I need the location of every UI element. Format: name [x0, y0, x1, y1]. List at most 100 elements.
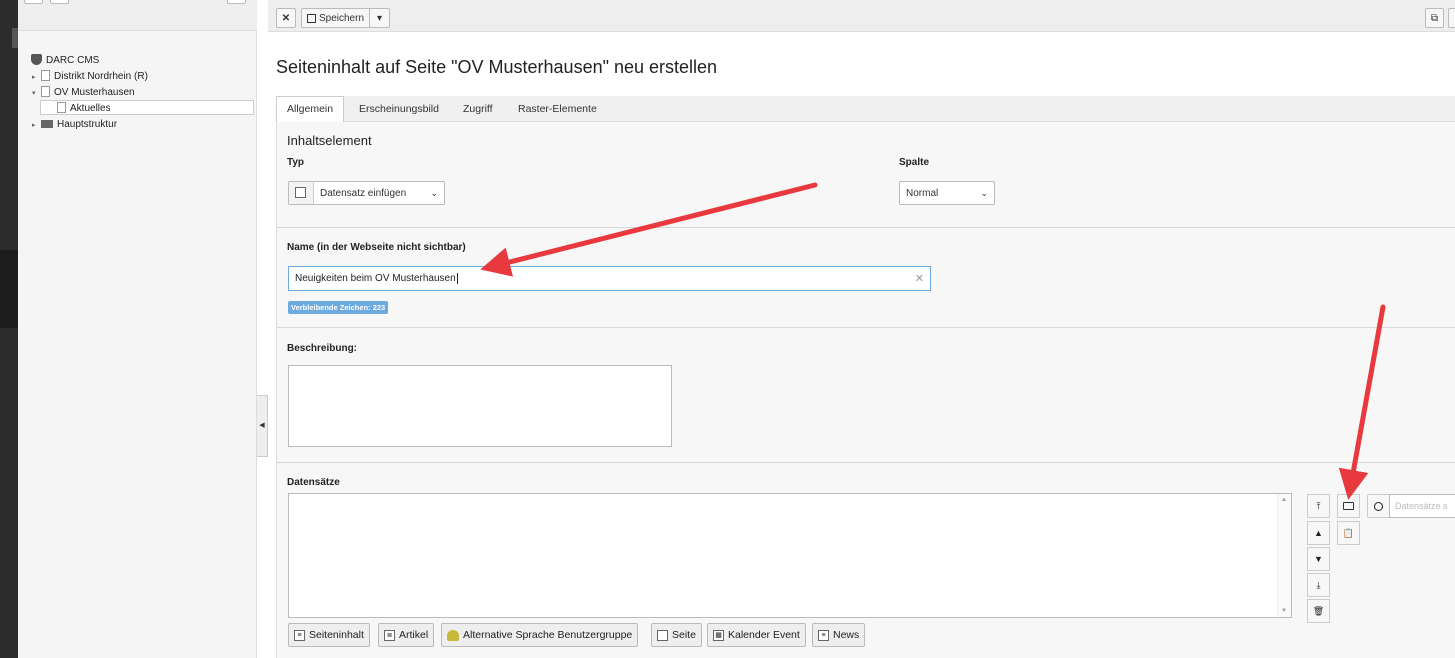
save-icon [306, 13, 316, 23]
tree-item-aktuelles[interactable]: Aktuelles [40, 100, 254, 115]
spalte-select[interactable]: Normal ⌄ [899, 181, 995, 205]
trash-icon: 🗑 [1312, 605, 1325, 616]
name-input[interactable]: Neuigkeiten beim OV Musterhausen ✕ [288, 266, 931, 291]
tab-erscheinungsbild[interactable]: Erscheinungsbild [349, 96, 449, 122]
expand-icon[interactable]: ▸ [32, 70, 41, 85]
move-top-icon: ⤒ [1316, 500, 1321, 511]
tree-toolbar-button[interactable] [50, 0, 69, 4]
button-label: Seiteninhalt [309, 629, 364, 641]
tree-toolbar-button[interactable] [24, 0, 43, 4]
button-label: Seite [672, 629, 696, 641]
divider [277, 227, 1455, 228]
content-element-icon: ≡ [294, 629, 305, 641]
tree-item-label: Hauptstruktur [57, 119, 118, 130]
add-seite-button[interactable]: Seite [651, 623, 702, 647]
close-icon: ✕ [281, 12, 291, 24]
delete-button[interactable]: 🗑 [1307, 599, 1330, 623]
section-heading: Inhaltselement [287, 133, 372, 148]
tree-item-hauptstruktur[interactable]: ▸ Hauptstruktur [32, 117, 117, 132]
add-artikel-button[interactable]: ≣ Artikel [378, 623, 435, 647]
clipboard-icon: 📋 [1342, 527, 1355, 538]
beschreibung-label: Beschreibung: [287, 343, 358, 354]
divider [277, 327, 1455, 328]
remaining-chars-badge: Verbleibende Zeichen: 223 [288, 301, 389, 314]
move-down-icon: ▼ [1314, 554, 1323, 564]
typ-value: Datensatz einfügen [320, 187, 407, 199]
form-area: Inhaltselement Typ Datensatz einfügen ⌄ … [276, 122, 1455, 658]
user-group-icon [447, 629, 459, 641]
button-label: Kalender Event [728, 629, 800, 641]
expand-icon[interactable]: ▸ [32, 118, 41, 133]
name-input-value: Neuigkeiten beim OV Musterhausen [295, 273, 456, 284]
record-type-icon [289, 182, 314, 204]
button-label: Artikel [399, 629, 429, 641]
add-alt-language-group-button[interactable]: Alternative Sprache Benutzergruppe [441, 623, 639, 647]
tree-item-label: Distrikt Nordrhein (R) [54, 71, 148, 82]
browse-records-button[interactable] [1337, 494, 1360, 518]
move-down-button[interactable]: ▼ [1307, 547, 1330, 571]
open-new-window-button[interactable]: ⧉ [1425, 8, 1444, 28]
spalte-label: Spalte [899, 157, 930, 168]
save-dropdown-button[interactable]: ▾ [369, 8, 390, 28]
save-button[interactable]: Speichern [301, 8, 370, 28]
page-tree-panel: DARC CMS ▸ Distrikt Nordrhein (R) ▾ OV Mus… [18, 0, 257, 658]
folder-icon [1343, 502, 1354, 510]
move-up-icon: ▲ [1314, 528, 1323, 538]
article-icon: ≣ [384, 629, 395, 641]
clear-icon[interactable]: ✕ [915, 272, 924, 285]
tree-item-label: OV Musterhausen [54, 87, 135, 98]
typo3-logo-icon [31, 54, 42, 65]
page-title: Seiteninhalt auf Seite "OV Musterhausen"… [276, 57, 718, 77]
chevron-down-icon: ⌄ [430, 187, 438, 198]
chevron-down-icon: ▾ [376, 12, 383, 24]
tree-root[interactable]: DARC CMS [31, 53, 99, 68]
move-bottom-button[interactable]: ⤓ [1307, 573, 1330, 597]
tab-allgemein[interactable]: Allgemein [276, 96, 345, 123]
collapse-icon[interactable]: ▾ [32, 86, 41, 101]
divider [277, 462, 1455, 463]
tree-toolbar-button[interactable] [227, 0, 246, 4]
tab-raster-elemente[interactable]: Raster-Elemente [508, 96, 607, 122]
scroll-down-icon[interactable]: ▼ [1281, 608, 1287, 614]
add-news-button[interactable]: ≡ News [812, 623, 866, 647]
scrollbar[interactable]: ▲ ▼ [1277, 494, 1291, 617]
tab-zugriff[interactable]: Zugriff [453, 96, 503, 122]
news-icon: ≡ [818, 629, 829, 641]
button-label: Alternative Sprache Benutzergruppe [463, 629, 633, 641]
calendar-icon: ▦ [713, 629, 724, 641]
page-icon [57, 102, 66, 113]
chevron-left-icon: ◀ [259, 422, 265, 429]
move-bottom-icon: ⤓ [1316, 579, 1321, 590]
folder-icon [41, 120, 53, 128]
beschreibung-textarea[interactable] [288, 365, 672, 447]
records-search-input[interactable]: Datensätze s [1389, 494, 1455, 518]
doc-header: ✕ Speichern ▾ ⧉ [268, 0, 1455, 32]
search-button[interactable] [1367, 494, 1390, 518]
external-link-icon: ⧉ [1430, 12, 1439, 24]
tree-toolbar [18, 0, 257, 31]
tree-item-distrikt[interactable]: ▸ Distrikt Nordrhein (R) [32, 69, 148, 84]
typ-select[interactable]: Datensatz einfügen ⌄ [288, 181, 445, 205]
page-icon [657, 629, 668, 641]
move-up-button[interactable]: ▲ [1307, 521, 1330, 545]
tree-item-ov[interactable]: ▾ OV Musterhausen [32, 85, 135, 100]
tab-bar: Allgemein Erscheinungsbild Zugriff Raste… [276, 96, 1455, 123]
close-button[interactable]: ✕ [276, 8, 296, 28]
add-seiteninhalt-button[interactable]: ≡ Seiteninhalt [288, 623, 370, 647]
button-label: News [833, 629, 860, 641]
page-icon [41, 86, 50, 97]
search-placeholder: Datensätze s [1395, 501, 1448, 511]
module-menu-group [0, 250, 18, 328]
collapse-tree-button[interactable]: ◀ [257, 395, 268, 457]
move-top-button[interactable]: ⤒ [1307, 494, 1330, 518]
paste-records-button[interactable]: 📋 [1337, 521, 1360, 545]
datensaetze-label: Datensätze [287, 477, 340, 488]
page-icon [41, 70, 50, 81]
save-label: Speichern [318, 12, 365, 24]
more-button[interactable] [1448, 8, 1455, 28]
scroll-up-icon[interactable]: ▲ [1281, 497, 1287, 503]
module-menu [0, 0, 18, 658]
add-kalender-event-button[interactable]: ▦ Kalender Event [707, 623, 806, 647]
datensaetze-list[interactable]: ▲ ▼ [288, 493, 1292, 618]
name-label: Name (in der Webseite nicht sichtbar) [287, 242, 466, 253]
